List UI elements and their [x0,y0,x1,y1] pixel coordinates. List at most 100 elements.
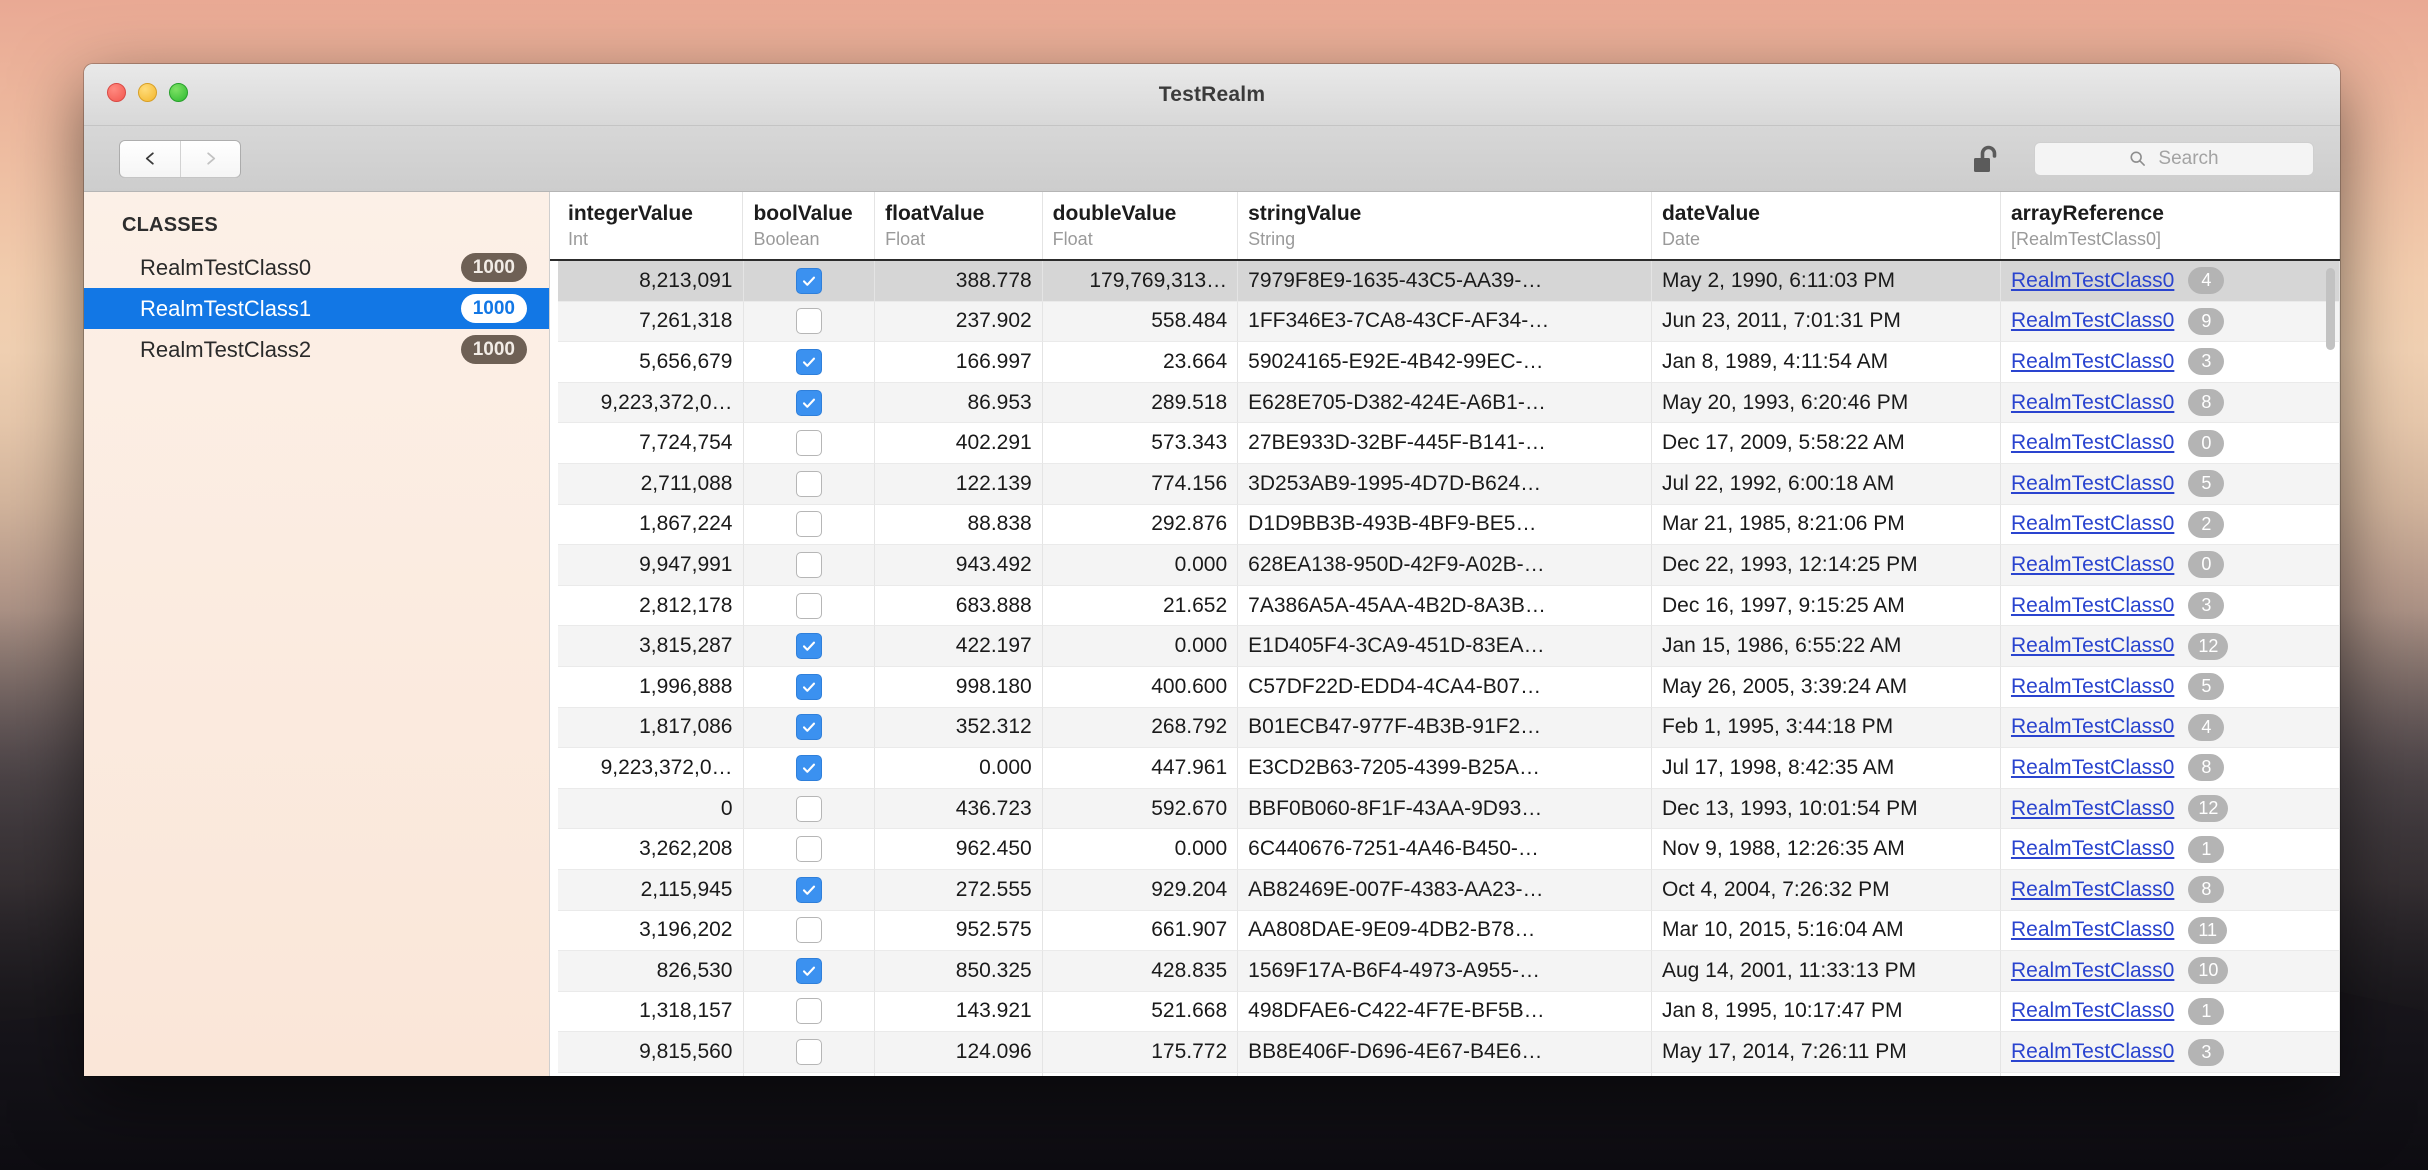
cell-boolValue[interactable] [743,707,876,749]
table-row[interactable]: 9,223,372,0… 86.953 289.518 E628E705-D382-4… [558,382,2340,424]
cell-arrayReference[interactable]: RealmTestClass0 3 [2000,585,2340,627]
column-header-stringValue[interactable]: stringValue String [1238,192,1652,259]
column-header-integerValue[interactable]: integerValue Int [558,192,744,259]
table-row[interactable]: 2,115,945 272.555 929.204 AB82469E-007F-438… [558,869,2340,911]
table-row[interactable]: 5,656,679 166.997 23.664 59024165-E92E-4B42… [558,342,2340,383]
cell-arrayReference[interactable]: RealmTestClass0 10 [2000,951,2340,992]
cell-boolValue[interactable] [743,382,876,424]
cell-dateValue[interactable]: Dec 13, 1993, 10:01:54 PM [1651,788,2001,830]
cell-integerValue[interactable]: 9,223,372,0… [558,748,744,789]
cell-boolValue[interactable] [743,991,876,1033]
cell-boolValue[interactable] [743,261,876,302]
array-reference-link[interactable]: RealmTestClass0 [2011,634,2174,658]
cell-stringValue[interactable]: C57DF22D-EDD4-4CA4-B07… [1238,666,1652,708]
cell-floatValue[interactable]: 352.312 [875,707,1043,749]
cell-stringValue[interactable]: 628EA138-950D-42F9-A02B-… [1238,545,1652,586]
cell-boolValue[interactable] [743,301,876,343]
cell-integerValue[interactable]: 1,318,157 [558,991,744,1033]
table-row[interactable]: 1,996,888 998.180 400.600 C57DF22D-EDD4-4CA… [558,666,2340,708]
cell-boolValue[interactable] [743,423,876,464]
cell-doubleValue[interactable]: 521.668 [1042,991,1239,1033]
cell-doubleValue[interactable]: 21.652 [1042,585,1239,627]
column-header-floatValue[interactable]: floatValue Float [875,192,1043,259]
cell-dateValue[interactable]: May 26, 2005, 3:39:24 AM [1651,666,2001,708]
cell-floatValue[interactable]: 122.139 [875,463,1043,505]
cell-boolValue[interactable] [744,1072,876,1076]
cell-stringValue[interactable]: 6C440676-7251-4A46-B450-… [1238,829,1652,870]
cell-boolValue[interactable] [743,585,876,627]
bool-checkbox[interactable] [795,348,822,375]
cell-doubleValue[interactable]: 0.000 [1042,829,1239,870]
array-reference-link[interactable]: RealmTestClass0 [2011,918,2174,942]
bool-checkbox[interactable] [795,795,822,822]
cell-arrayReference[interactable]: RealmTestClass0 11 [2000,910,2340,952]
cell-dateValue[interactable]: Jul 22, 1992, 6:00:18 AM [1651,463,2001,505]
array-reference-link[interactable]: RealmTestClass0 [2011,959,2174,983]
cell-integerValue[interactable]: 9,223,372,0… [558,382,744,424]
cell-doubleValue[interactable]: 558.484 [1042,301,1239,343]
table-row[interactable]: 1,817,086 352.312 268.792 B01ECB47-977F-4B3… [558,707,2340,749]
bool-checkbox[interactable] [795,389,822,416]
column-header-dateValue[interactable]: dateValue Date [1652,192,2001,259]
cell-dateValue[interactable]: Jul 17, 1998, 8:42:35 AM [1651,748,2001,789]
cell-stringValue[interactable]: AB82469E-007F-4383-AA23-… [1238,869,1652,911]
cell-floatValue[interactable]: 0.000 [875,748,1043,789]
array-reference-link[interactable]: RealmTestClass0 [2011,309,2174,333]
sidebar-item-realmtestclass1[interactable]: RealmTestClass1 1000 [84,288,549,329]
bool-checkbox[interactable] [795,836,822,863]
cell-integerValue[interactable]: 3,262,208 [558,829,744,870]
cell-integerValue[interactable]: 9,947,991 [558,545,744,586]
cell-dateValue[interactable]: Feb 1, 1995, 3:44:18 PM [1651,707,2001,749]
cell-doubleValue[interactable]: 592.670 [1042,788,1239,830]
cell-integerValue[interactable]: 2,115,945 [558,869,744,911]
array-reference-link[interactable]: RealmTestClass0 [2011,756,2174,780]
cell-dateValue[interactable]: May 17, 2014, 7:26:11 PM [1651,1032,2001,1073]
table-row[interactable]: 826,530 850.325 428.835 1569F17A-B6F4-4973-… [558,951,2340,992]
cell-floatValue[interactable]: 124.096 [875,1032,1043,1073]
bool-checkbox[interactable] [795,551,822,578]
sidebar-item-realmtestclass2[interactable]: RealmTestClass2 1000 [84,329,549,370]
cell-boolValue[interactable] [743,788,876,830]
cell-integerValue[interactable]: 9,815,560 [558,1032,744,1073]
cell-floatValue[interactable]: 272.555 [875,869,1043,911]
cell-arrayReference[interactable]: RealmTestClass0 4 [2000,261,2340,302]
array-reference-link[interactable]: RealmTestClass0 [2011,391,2174,415]
array-reference-link[interactable]: RealmTestClass0 [2011,878,2174,902]
cell-integerValue[interactable]: 7,261,318 [558,301,744,343]
cell-integerValue[interactable]: 3,065,511 [558,1072,744,1076]
array-reference-link[interactable]: RealmTestClass0 [2011,512,2174,536]
cell-integerValue[interactable]: 2,812,178 [558,585,744,627]
cell-boolValue[interactable] [743,910,876,952]
table-row[interactable]: 8,213,091 388.778 179,769,313… 7979F8E9-163… [558,261,2340,302]
table-row[interactable]: 0 436.723 592.670 BBF0B060-8F1F-43AA-9D93… D… [558,788,2340,830]
bool-checkbox[interactable] [795,430,822,457]
table-row[interactable]: 1,867,224 88.838 292.876 D1D9BB3B-493B-4BF9… [558,504,2340,546]
cell-doubleValue[interactable]: 179,769,313… [1042,261,1239,302]
table-row[interactable]: 9,223,372,0… 0.000 447.961 E3CD2B63-7205-43… [558,748,2340,789]
cell-integerValue[interactable]: 8,213,091 [558,261,744,302]
array-reference-link[interactable]: RealmTestClass0 [2011,715,2174,739]
cell-dateValue[interactable]: Dec 22, 1993, 12:14:25 PM [1651,545,2001,586]
table-row[interactable]: 7,261,318 237.902 558.484 1FF346E3-7CA8-43C… [558,301,2340,343]
cell-doubleValue[interactable]: 292.876 [1042,504,1239,546]
cell-boolValue[interactable] [743,748,876,789]
cell-doubleValue[interactable]: 0.000 [1042,626,1239,667]
scrollbar-thumb[interactable] [2326,268,2335,350]
cell-doubleValue[interactable]: 428.835 [1042,951,1239,992]
cell-boolValue[interactable] [743,545,876,586]
cell-arrayReference[interactable]: RealmTestClass0 12 [2000,788,2340,830]
cell-floatValue[interactable]: 388.778 [875,261,1043,302]
cell-dateValue[interactable]: Nov 9, 1988, 12:26:35 AM [1651,829,2001,870]
table-row[interactable]: 9,815,560 124.096 175.772 BB8E406F-D696-4E6… [558,1032,2340,1073]
back-button[interactable] [120,140,180,177]
array-reference-link[interactable]: RealmTestClass0 [2011,837,2174,861]
cell-arrayReference[interactable]: RealmTestClass0 3 [2000,342,2340,383]
cell-arrayReference[interactable]: RealmTestClass0 8 [2000,382,2340,424]
cell-dateValue[interactable]: May 2, 1990, 6:11:03 PM [1651,261,2001,302]
cell-doubleValue[interactable]: 774.156 [1042,463,1239,505]
table-row[interactable]: 2,711,088 122.139 774.156 3D253AB9-1995-4D7… [558,463,2340,505]
cell-dateValue[interactable]: Mar 21, 1985, 8:21:06 PM [1651,504,2001,546]
cell-doubleValue[interactable]: 400.600 [1042,666,1239,708]
cell-dateValue[interactable]: Mar 10, 2015, 5:16:04 AM [1651,910,2001,952]
bool-checkbox[interactable] [795,714,822,741]
